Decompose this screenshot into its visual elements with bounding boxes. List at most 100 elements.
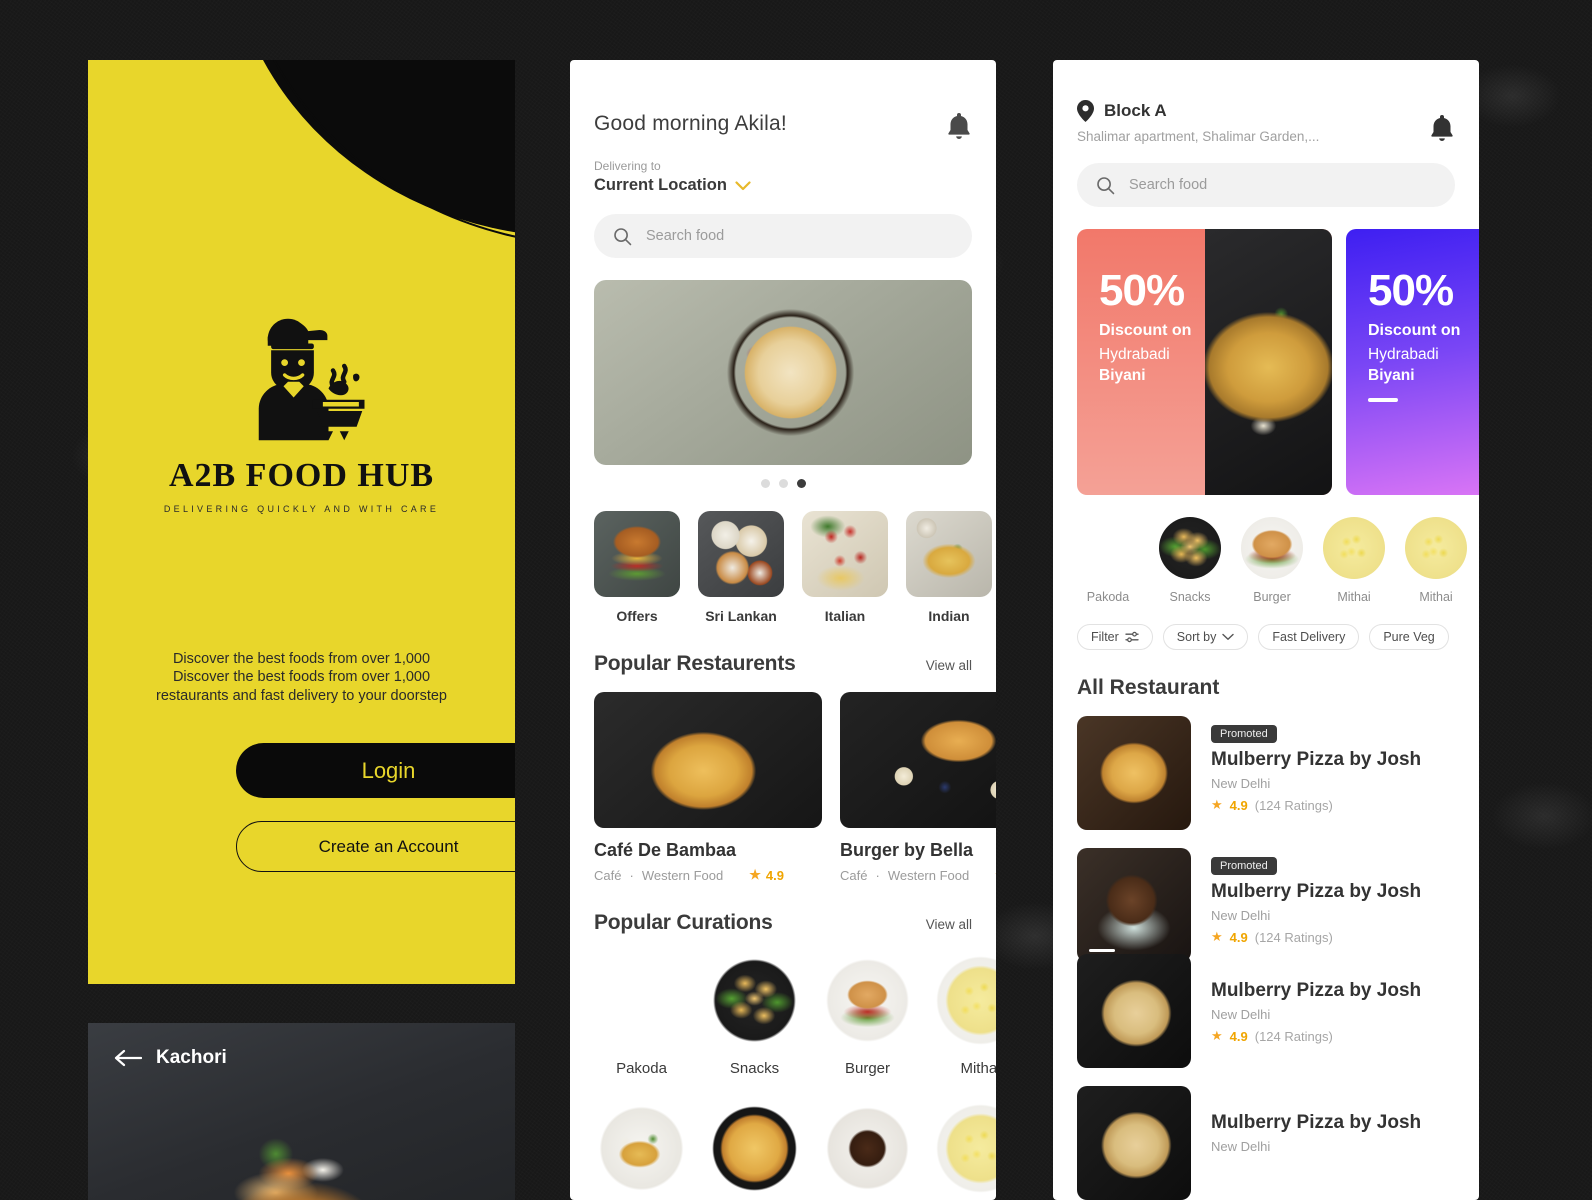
category-strip[interactable]: Offers Sri Lankan Italian Indian — [570, 488, 996, 624]
category-label: Snacks — [1169, 590, 1211, 604]
splash-description-line1: Discover the best foods from over 1,000 — [172, 669, 431, 685]
mithai-photo — [1405, 517, 1467, 579]
listing-category-pakoda[interactable]: Pakoda — [1077, 517, 1139, 604]
restaurant-city: New Delhi — [1211, 908, 1271, 923]
chevron-down-icon — [1222, 633, 1235, 640]
ratings-count: (124 Ratings) — [1254, 1028, 1333, 1044]
sort-by-chip[interactable]: Sort by — [1162, 624, 1249, 650]
detail-title: Kachori — [156, 1047, 227, 1068]
restaurant-info: Mulberry Pizza by Josh New Delhi — [1211, 1086, 1421, 1200]
arrow-left-icon[interactable] — [114, 1049, 142, 1067]
promo-image-slot — [1474, 229, 1480, 495]
search-input[interactable]: Search food — [594, 214, 972, 258]
curation-item[interactable] — [820, 1101, 915, 1196]
sri-lankan-photo — [698, 511, 784, 597]
curation-item-pakoda[interactable]: Pakoda — [594, 953, 689, 1077]
restaurant-tag2: Western Food — [641, 867, 724, 883]
restaurant-info: Mulberry Pizza by Josh New Delhi ★ 4.9 (… — [1211, 954, 1421, 1068]
view-all-restaurants-link[interactable]: View all — [926, 658, 972, 673]
french-toast-photo — [840, 692, 996, 828]
curation-item-snacks[interactable]: Snacks — [707, 953, 802, 1077]
location-selector[interactable]: Current Location — [570, 173, 996, 195]
restaurant-list: Promoted Mulberry Pizza by Josh New Delh… — [1053, 700, 1479, 1200]
restaurant-meta: Café · Western Food ★ — [840, 867, 996, 883]
search-input[interactable]: Search food — [1077, 163, 1455, 207]
login-button[interactable]: Login — [236, 743, 515, 798]
promo-banner-strip[interactable]: 50% Discount on Hydrabadi Biyani 50% Dis… — [1053, 207, 1479, 495]
create-account-button[interactable]: Create an Account — [236, 821, 515, 872]
listing-category-mithai[interactable]: Mithai — [1323, 517, 1385, 604]
carousel-dot-2[interactable] — [778, 479, 788, 488]
mithai-photo — [933, 1101, 996, 1196]
curation-item-burger[interactable]: Burger — [820, 953, 915, 1077]
snacks-photo — [707, 953, 802, 1048]
brand-tagline: DELIVERING QUICKLY AND WITH CARE — [163, 504, 440, 514]
category-label: Sri Lankan — [705, 608, 777, 624]
filter-chip[interactable]: Filter — [1077, 624, 1153, 650]
carousel-dot-3[interactable] — [796, 479, 806, 488]
chef-logo-icon — [258, 318, 365, 441]
chip-label: Fast Delivery — [1272, 630, 1346, 644]
table-row[interactable]: Mulberry Pizza by Josh New Delhi ★ 4.9 (… — [1077, 954, 1455, 1068]
category-item-offers[interactable]: Offers — [594, 511, 680, 624]
status-badge: Promoted — [1211, 725, 1277, 743]
restaurant-name: Mulberry Pizza by Josh — [1211, 980, 1422, 1001]
pakoda-photo — [1077, 517, 1139, 579]
ratings-count: (124 Ratings) — [1254, 797, 1333, 813]
restaurant-card[interactable]: Café De Bambaa Café · Western Food ★ 4.9 — [594, 692, 822, 883]
listing-category-snacks[interactable]: Snacks — [1159, 517, 1221, 604]
curation-item[interactable] — [594, 1101, 689, 1196]
promo-card-coral[interactable]: 50% Discount on Hydrabadi Biyani — [1077, 229, 1332, 495]
restaurant-card[interactable]: Burger by Bella Café · Western Food ★ — [840, 692, 996, 883]
restaurant-separator: · — [875, 867, 880, 883]
restaurant-card-strip[interactable]: Café De Bambaa Café · Western Food ★ 4.9… — [570, 676, 996, 883]
hero-pizza-banner[interactable] — [594, 280, 972, 465]
category-item-italian[interactable]: Italian — [802, 511, 888, 624]
status-badge: Promoted — [1211, 857, 1277, 875]
bell-icon[interactable] — [946, 112, 972, 140]
curation-item[interactable] — [933, 1101, 996, 1196]
view-all-curations-link[interactable]: View all — [926, 917, 972, 932]
fast-delivery-chip[interactable]: Fast Delivery — [1258, 624, 1360, 650]
curation-strip-row1[interactable]: Pakoda Snacks Burger Mithai — [570, 935, 996, 1077]
pizza-board-photo — [1077, 716, 1191, 830]
bell-icon[interactable] — [1429, 114, 1455, 142]
promo-underline — [1368, 398, 1398, 402]
promo-card-violet[interactable]: 50% Discount on Hydrabadi Biyani — [1346, 229, 1479, 495]
curation-strip-row2[interactable] — [570, 1077, 996, 1196]
listing-category-mithai-2[interactable]: Mithai — [1405, 517, 1467, 604]
category-label: Indian — [928, 608, 970, 624]
location-name: Block A — [1104, 101, 1167, 120]
restaurant-info: Promoted Mulberry Pizza by Josh New Delh… — [1211, 716, 1421, 830]
category-item-indian[interactable]: Indian — [906, 511, 992, 624]
splash-description-line2: restaurants and fast delivery to your do… — [156, 688, 447, 704]
listing-category-burger[interactable]: Burger — [1241, 517, 1303, 604]
restaurant-rating: ★ 4.9 (124 Ratings) — [1211, 929, 1421, 945]
star-icon: ★ — [1211, 929, 1223, 944]
carousel-dot-1[interactable] — [760, 479, 770, 488]
popular-restaurants-header: Popular Restaurents View all — [570, 624, 996, 676]
curation-item[interactable] — [707, 1101, 802, 1196]
location-title-row: Block A — [1077, 100, 1319, 122]
filter-chip-row[interactable]: Filter Sort by Fast Delivery Pure Veg — [1053, 604, 1479, 650]
carousel-dots[interactable] — [570, 479, 996, 488]
restaurant-name: Café De Bambaa — [594, 840, 737, 860]
restaurant-name: Mulberry Pizza by Josh — [1211, 749, 1422, 770]
map-pin-icon — [1077, 100, 1094, 122]
home-screen: Good morning Akila! Delivering to Curren… — [570, 60, 996, 1200]
restaurant-separator: · — [629, 867, 634, 883]
restaurant-tag1: Café — [594, 867, 622, 883]
category-item-sri-lankan[interactable]: Sri Lankan — [698, 511, 784, 624]
listing-category-strip[interactable]: Pakoda Snacks Burger Mithai Mithai — [1053, 495, 1479, 604]
table-row[interactable]: Promoted Mulberry Pizza by Josh New Delh… — [1077, 716, 1455, 830]
location-block[interactable]: Block A Shalimar apartment, Shalimar Gar… — [1077, 100, 1319, 144]
search-icon — [1097, 176, 1115, 194]
category-label: Italian — [824, 608, 866, 624]
curation-item-mithai[interactable]: Mithai — [933, 953, 996, 1077]
restaurant-rating: ★ 4.9 (124 Ratings) — [1211, 1028, 1421, 1044]
pure-veg-chip[interactable]: Pure Veg — [1369, 624, 1449, 650]
section-title: Popular Curations — [594, 911, 773, 934]
location-address: Shalimar apartment, Shalimar Garden,... — [1077, 129, 1320, 144]
table-row[interactable]: Promoted Mulberry Pizza by Josh New Delh… — [1077, 848, 1455, 962]
table-row[interactable]: Mulberry Pizza by Josh New Delhi — [1077, 1086, 1455, 1200]
